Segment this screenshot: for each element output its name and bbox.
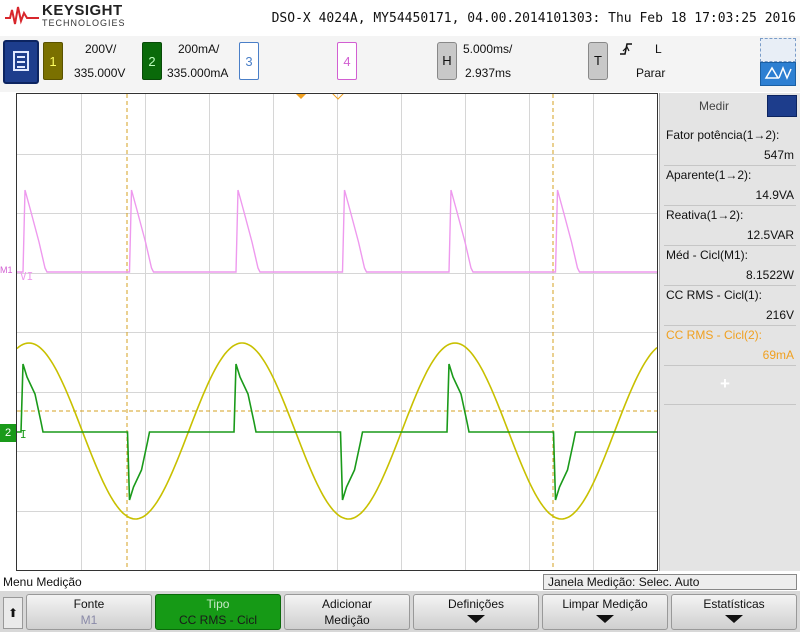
keysight-logo-icon <box>5 6 39 25</box>
measurement-2-value: 14.9VA <box>755 188 794 202</box>
measurement-4-value: 8.1522W <box>745 268 794 282</box>
measurement-6-value: 69mA <box>762 348 794 362</box>
divider <box>664 404 796 405</box>
submenu-arrow-icon <box>596 615 614 623</box>
channel-marker-strip: M1 2 <box>0 93 16 571</box>
divider <box>664 245 796 246</box>
brand-name: KEYSIGHT <box>42 2 123 19</box>
channel-bar <box>0 36 800 92</box>
trigger-position-marker <box>296 94 306 99</box>
instrument-title: DSO-X 4024A, MY54450171, 04.00.201410130… <box>271 11 796 26</box>
measurement-1-label: Fator potência(1→2): <box>666 128 780 142</box>
divider <box>664 205 796 206</box>
ch1-scale: 200V/ <box>85 42 117 56</box>
submenu-arrow-icon <box>467 615 485 623</box>
waveform-display[interactable]: VI I <box>16 93 658 571</box>
math-trace-label: VI <box>20 270 33 283</box>
ch2-scale: 200mA/ <box>178 42 220 56</box>
ch4-button[interactable]: 4 <box>337 42 357 80</box>
timebase-scale: 5.000ms/ <box>463 42 513 56</box>
trigger-mode: L <box>655 42 662 56</box>
menu-name: Menu Medição <box>3 575 82 589</box>
panel-switch-icon[interactable] <box>767 95 797 117</box>
acquisition-state: Parar <box>636 66 666 80</box>
softkey-source-value: M1 <box>80 613 98 627</box>
measurement-window-info: Janela Medição: Selec. Auto <box>543 574 797 590</box>
softkey-add-measurement[interactable]: Adicionar Medição <box>284 594 410 630</box>
ch1-offset: 335.000V <box>74 66 126 80</box>
ch1-button[interactable]: 1 <box>43 42 63 80</box>
menu-icon <box>13 51 29 71</box>
delta-waveform-icon <box>764 65 792 80</box>
measurement-3-value: 12.5VAR <box>746 228 794 242</box>
ch2-button[interactable]: 2 <box>142 42 162 80</box>
timebase-delay: 2.937ms <box>465 66 512 80</box>
rising-edge-icon <box>620 43 632 55</box>
softkey-settings-label: Definições <box>447 597 505 611</box>
header-bar: KEYSIGHT TECHNOLOGIES DSO-X 4024A, MY544… <box>0 0 800 36</box>
select-tool-button[interactable] <box>760 38 796 62</box>
ch2-ground-marker[interactable]: 2 <box>0 424 16 442</box>
ch2-trace-label: I <box>20 428 27 441</box>
measurement-6-label: CC RMS - Cicl(2): <box>666 328 762 342</box>
measurement-5-value: 216V <box>765 308 794 322</box>
measurement-5-label: CC RMS - Cicl(1): <box>666 288 762 302</box>
waveform-tool-button[interactable] <box>760 62 796 86</box>
waveform-canvas: VI I <box>17 94 657 570</box>
ch3-button[interactable]: 3 <box>239 42 259 80</box>
ch2-offset: 335.000mA <box>167 66 229 80</box>
softkey-source[interactable]: Fonte M1 <box>26 594 152 630</box>
measurement-1-value: 547m <box>763 148 794 162</box>
measurement-4-label: Méd - Cicl(M1): <box>666 248 749 262</box>
divider <box>664 285 796 286</box>
softkey-add-label2: Medição <box>324 613 370 627</box>
tab-measure[interactable]: Medir <box>664 95 764 117</box>
main-menu-button[interactable] <box>3 40 39 84</box>
softkey-statistics-label: Estatísticas <box>703 597 765 611</box>
graticule <box>17 94 657 570</box>
divider <box>664 365 796 366</box>
back-up-button[interactable]: ⬆ <box>3 597 23 629</box>
softkey-source-label: Fonte <box>73 597 105 611</box>
softkey-statistics[interactable]: Estatísticas <box>671 594 797 630</box>
softkey-type[interactable]: Tipo CC RMS - Cicl <box>155 594 281 630</box>
add-measurement-icon[interactable]: + <box>720 374 730 394</box>
divider <box>664 325 796 326</box>
brand-subtitle: TECHNOLOGIES <box>42 18 126 28</box>
trigger-button[interactable]: T <box>588 42 608 80</box>
math-ground-marker: M1 <box>0 265 13 275</box>
softkey-type-value: CC RMS - Cicl <box>179 613 257 627</box>
horizontal-button[interactable]: H <box>437 42 457 80</box>
softkey-clear-measurement[interactable]: Limpar Medição <box>542 594 668 630</box>
softkey-settings[interactable]: Definições <box>413 594 539 630</box>
measurement-3-label: Reativa(1→2): <box>666 208 744 222</box>
submenu-arrow-icon <box>725 615 743 623</box>
softkey-add-label: Adicionar <box>321 597 373 611</box>
softkey-clear-label: Limpar Medição <box>562 597 648 611</box>
divider <box>664 165 796 166</box>
measurement-2-label: Aparente(1→2): <box>666 168 752 182</box>
softkey-type-label: Tipo <box>206 597 230 611</box>
